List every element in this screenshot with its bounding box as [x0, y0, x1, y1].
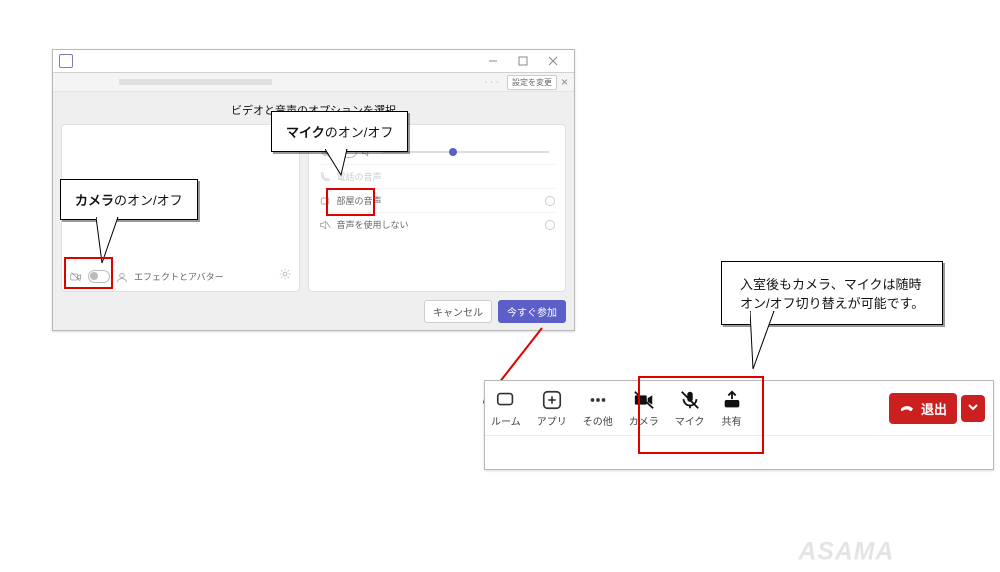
close-button[interactable]	[538, 52, 568, 70]
apps-label: アプリ	[537, 413, 567, 428]
more-button[interactable]: その他	[583, 389, 613, 428]
watermark: ASAMA	[790, 536, 990, 566]
no-audio-icon	[319, 219, 331, 231]
change-settings-button[interactable]: 設定を変更	[507, 75, 557, 90]
room-audio-radio[interactable]	[545, 196, 555, 206]
callout-after-tail	[750, 311, 782, 373]
no-audio-radio[interactable]	[545, 220, 555, 230]
callout-after-line2: オン/オフ切り替えが可能です。	[740, 293, 924, 312]
highlight-toolbar-cam-mic	[638, 376, 764, 454]
plus-square-icon	[541, 389, 563, 411]
room-button[interactable]: ルーム	[491, 389, 521, 428]
callout-camera: カメラのオン/オフ	[60, 179, 198, 220]
cancel-button[interactable]: キャンセル	[424, 300, 492, 323]
info-banner: ··· 設定を変更 ×	[53, 73, 574, 92]
teams-app-icon	[59, 54, 73, 68]
callout-mic-tail	[325, 149, 355, 179]
minimize-button[interactable]	[478, 52, 508, 70]
room-label: ルーム	[491, 413, 521, 428]
callout-mic: マイクのオン/オフ	[271, 111, 408, 152]
maximize-button[interactable]	[508, 52, 538, 70]
svg-text:ASAMA: ASAMA	[797, 537, 894, 565]
more-label: その他	[583, 413, 613, 428]
banner-close-icon[interactable]: ×	[561, 75, 568, 89]
leave-label: 退出	[921, 399, 947, 418]
leave-menu-button[interactable]	[961, 395, 985, 422]
room-reaction-icon	[495, 389, 517, 411]
highlight-mic-toggle	[326, 188, 375, 216]
more-menu-icon[interactable]: ···	[484, 76, 501, 88]
more-ellipsis-icon	[587, 389, 609, 411]
title-bar	[53, 50, 574, 73]
video-settings-gear-icon[interactable]	[279, 268, 291, 283]
effects-avatar-label[interactable]: エフェクトとアバター	[134, 270, 224, 283]
callout-after-line1: 入室後もカメラ、マイクは随時	[740, 274, 924, 293]
apps-button[interactable]: アプリ	[537, 389, 567, 428]
join-now-button[interactable]: 今すぐ参加	[498, 300, 566, 323]
hangup-icon	[899, 400, 915, 416]
leave-button[interactable]: 退出	[889, 393, 957, 424]
avatar-icon	[116, 271, 128, 283]
no-audio-label[interactable]: 音声を使用しない	[337, 218, 409, 231]
highlight-camera-toggle	[64, 257, 113, 289]
